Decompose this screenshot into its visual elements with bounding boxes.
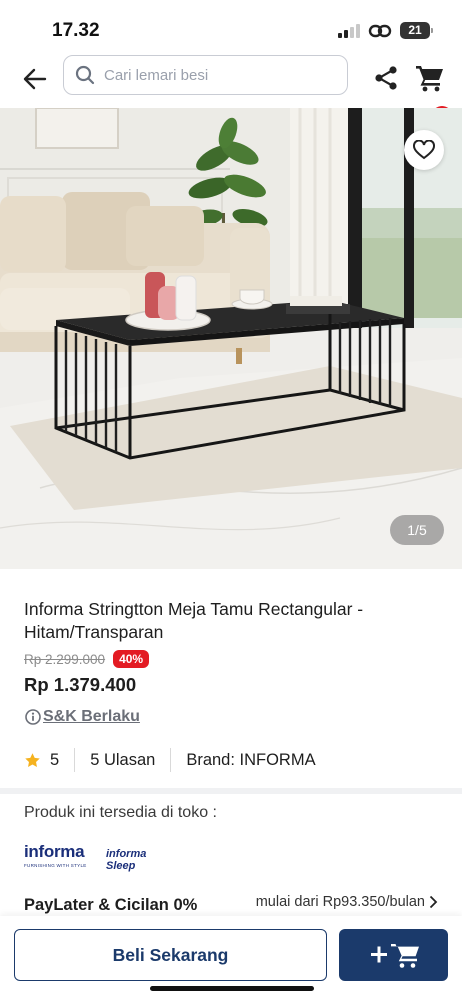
status-time: 17.32: [52, 20, 100, 41]
add-to-cart-icon: [370, 944, 419, 968]
terms-link-label: S&K Berlaku: [43, 708, 140, 725]
paylater-title: PayLater & Cicilan 0%: [24, 896, 198, 914]
terms-link[interactable]: S&K Berlaku: [24, 708, 140, 726]
reviews-link[interactable]: 5 Ulasan: [90, 751, 155, 770]
discount-badge: 40%: [113, 650, 150, 668]
cart-icon: [416, 66, 443, 92]
informa-logo-text: informa: [24, 842, 85, 861]
original-price: Rp 2.299.000: [24, 651, 106, 667]
price-discount-row: Rp 2.299.000 40%: [24, 650, 150, 668]
search-icon: [74, 64, 96, 86]
info-icon: [24, 709, 41, 726]
share-icon: [375, 66, 397, 90]
battery-indicator: 21: [400, 22, 433, 39]
product-title: Informa Stringtton Meja Tamu Rectangular…: [24, 599, 364, 642]
wishlist-button[interactable]: [404, 130, 444, 170]
product-image-carousel[interactable]: 1/5: [0, 108, 462, 569]
signal-icon: [338, 24, 362, 38]
status-bar: 17.32 21: [0, 0, 462, 52]
rating-value: 5: [50, 750, 60, 769]
store-logos: informa FURNISHING WITH STYLE informa Sl…: [24, 842, 176, 878]
arrow-left-icon: [23, 68, 47, 90]
current-price: Rp 1.379.400: [24, 674, 137, 695]
product-stats: 5 5 Ulasan Brand: INFORMA: [24, 748, 316, 772]
buy-now-button[interactable]: Beli Sekarang: [14, 929, 327, 981]
back-button[interactable]: [18, 62, 52, 96]
divider: [170, 748, 172, 772]
paylater-row[interactable]: PayLater & Cicilan 0% mulai dari Rp93.35…: [24, 892, 438, 916]
product-photo: [0, 108, 462, 569]
chevron-right-icon: [429, 895, 438, 909]
bottom-action-bar: Beli Sekarang: [0, 916, 462, 1000]
image-counter: 1/5: [390, 515, 444, 545]
star-icon: [24, 751, 42, 769]
add-to-cart-button[interactable]: [339, 929, 448, 981]
brand-label[interactable]: Brand: INFORMA: [186, 751, 315, 770]
search-bar[interactable]: [63, 55, 348, 95]
store-availability-label: Produk ini tersedia di toko :: [24, 804, 217, 821]
section-divider: [0, 788, 462, 794]
home-indicator: [150, 986, 314, 991]
informa-sleep-logo[interactable]: informa Sleep: [106, 848, 176, 872]
heart-icon: [413, 140, 435, 160]
top-navigation: 0: [0, 52, 462, 126]
informa-logo[interactable]: informa FURNISHING WITH STYLE: [24, 842, 92, 878]
cart-button[interactable]: [412, 60, 448, 96]
informa-logo-tagline: FURNISHING WITH STYLE: [24, 863, 87, 868]
informa-sleep-logo-text: informa Sleep: [106, 848, 147, 872]
paylater-detail: mulai dari Rp93.350/bulan: [256, 894, 438, 910]
paylater-detail-text: mulai dari Rp93.350/bulan: [255, 894, 425, 910]
divider: [74, 748, 76, 772]
share-button[interactable]: [370, 62, 402, 94]
hotspot-link-icon: [368, 22, 392, 45]
search-input[interactable]: [104, 66, 334, 84]
